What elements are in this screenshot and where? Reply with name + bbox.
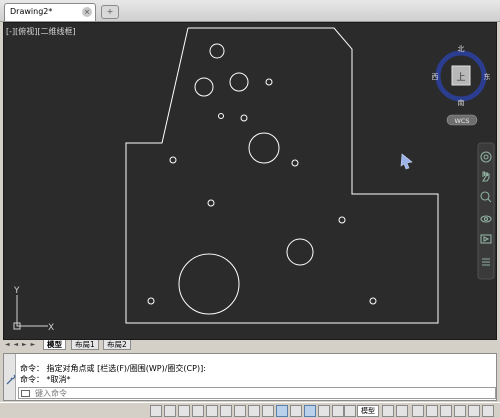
layout-tabs: ◄ ◄ ► ► 模型 布局1 布局2 <box>3 340 497 350</box>
model-space-button[interactable]: 模型 <box>357 405 379 417</box>
hole <box>218 113 224 119</box>
viewcube[interactable]: 上 北 南 东 西 WCS <box>432 45 491 126</box>
object-snap-icon[interactable] <box>220 405 232 417</box>
wrench-icon[interactable] <box>4 354 16 400</box>
hole <box>265 78 273 86</box>
close-tab-icon[interactable]: × <box>82 7 92 17</box>
dynamic-input-icon[interactable] <box>276 405 288 417</box>
document-tab-label: Drawing2* <box>10 7 53 16</box>
document-tab[interactable]: Drawing2* × <box>4 3 96 21</box>
tab-layout1[interactable]: 布局1 <box>71 340 99 350</box>
viewcube-face-label: 上 <box>456 72 465 83</box>
command-input[interactable]: 键入命令 <box>18 387 496 399</box>
wcs-label: WCS <box>454 117 469 125</box>
holes <box>147 43 377 315</box>
hole <box>369 297 377 305</box>
quick-view-drawings-icon[interactable] <box>396 405 408 417</box>
ortho-mode-icon[interactable] <box>192 405 204 417</box>
annotation-monitor-icon[interactable] <box>344 405 356 417</box>
navigation-bar[interactable] <box>477 142 495 280</box>
compass-north-label: 北 <box>458 45 465 53</box>
compass-east-label: 东 <box>484 72 491 81</box>
quick-view-layouts-icon[interactable] <box>382 405 394 417</box>
hole <box>207 199 215 207</box>
hole <box>169 156 177 164</box>
ucs-x-label: X <box>48 323 54 333</box>
tab-layout2[interactable]: 布局2 <box>103 340 131 350</box>
selection-cycling-icon[interactable] <box>332 405 344 417</box>
hole <box>248 132 280 164</box>
annotation-scale-icon[interactable] <box>412 405 424 417</box>
hole <box>229 72 249 92</box>
plate-outline <box>125 27 439 324</box>
hole <box>147 297 155 305</box>
drawing-canvas: 上 北 南 东 西 WCS Y X <box>13 27 495 333</box>
command-history-line: 命令： *取消* <box>20 375 71 384</box>
hole <box>209 43 225 59</box>
hardware-acceleration-icon[interactable] <box>454 405 466 417</box>
compass-west-label: 西 <box>432 73 439 81</box>
ucs-y-label: Y <box>13 286 20 296</box>
status-bar: 模型 <box>0 402 500 418</box>
command-history-line: 命令： 指定对角点或 [栏选(F)/圈围(WP)/圈交(CP)]: <box>20 364 206 373</box>
clean-screen-icon[interactable] <box>482 405 494 417</box>
command-input-placeholder: 键入命令 <box>35 389 67 398</box>
command-prompt-icon <box>21 390 30 397</box>
grid-display-icon[interactable] <box>178 405 190 417</box>
hole <box>178 253 240 315</box>
ucs-icon: Y X <box>13 286 54 333</box>
layout-nav-arrows[interactable]: ◄ ◄ ► ► <box>5 341 36 348</box>
tab-model[interactable]: 模型 <box>43 340 66 350</box>
hole <box>240 114 248 122</box>
object-snap-tracking-icon[interactable] <box>248 405 260 417</box>
command-window: 命令： 指定对角点或 [栏选(F)/圈围(WP)/圈交(CP)]: 命令： *取… <box>3 353 497 401</box>
cursor-icon <box>400 153 413 170</box>
compass-south-label: 南 <box>458 98 465 107</box>
dynamic-ucs-icon[interactable] <box>262 405 274 417</box>
3d-object-snap-icon[interactable] <box>234 405 246 417</box>
hole <box>291 159 299 167</box>
snap-mode-icon[interactable] <box>164 405 176 417</box>
workspace-switch-icon[interactable] <box>426 405 438 417</box>
new-tab-button[interactable]: + <box>101 5 119 19</box>
lock-icon[interactable] <box>440 405 452 417</box>
status-menu-icon[interactable] <box>468 405 480 417</box>
hole <box>194 77 214 97</box>
hole <box>286 238 314 266</box>
transparency-icon[interactable] <box>304 405 316 417</box>
infer-constraints-icon[interactable] <box>150 405 162 417</box>
autocad-window: Drawing2* × + [-][俯视][二维线框] 上 北 南 东 西 WC… <box>0 0 500 418</box>
quick-properties-icon[interactable] <box>318 405 330 417</box>
lineweight-icon[interactable] <box>290 405 302 417</box>
drawing-viewport[interactable]: [-][俯视][二维线框] 上 北 南 东 西 WCS Y X <box>3 22 497 340</box>
hole <box>338 216 346 224</box>
command-window-grip[interactable] <box>4 354 16 400</box>
polar-tracking-icon[interactable] <box>206 405 218 417</box>
document-tab-bar: Drawing2* × + <box>0 0 500 22</box>
